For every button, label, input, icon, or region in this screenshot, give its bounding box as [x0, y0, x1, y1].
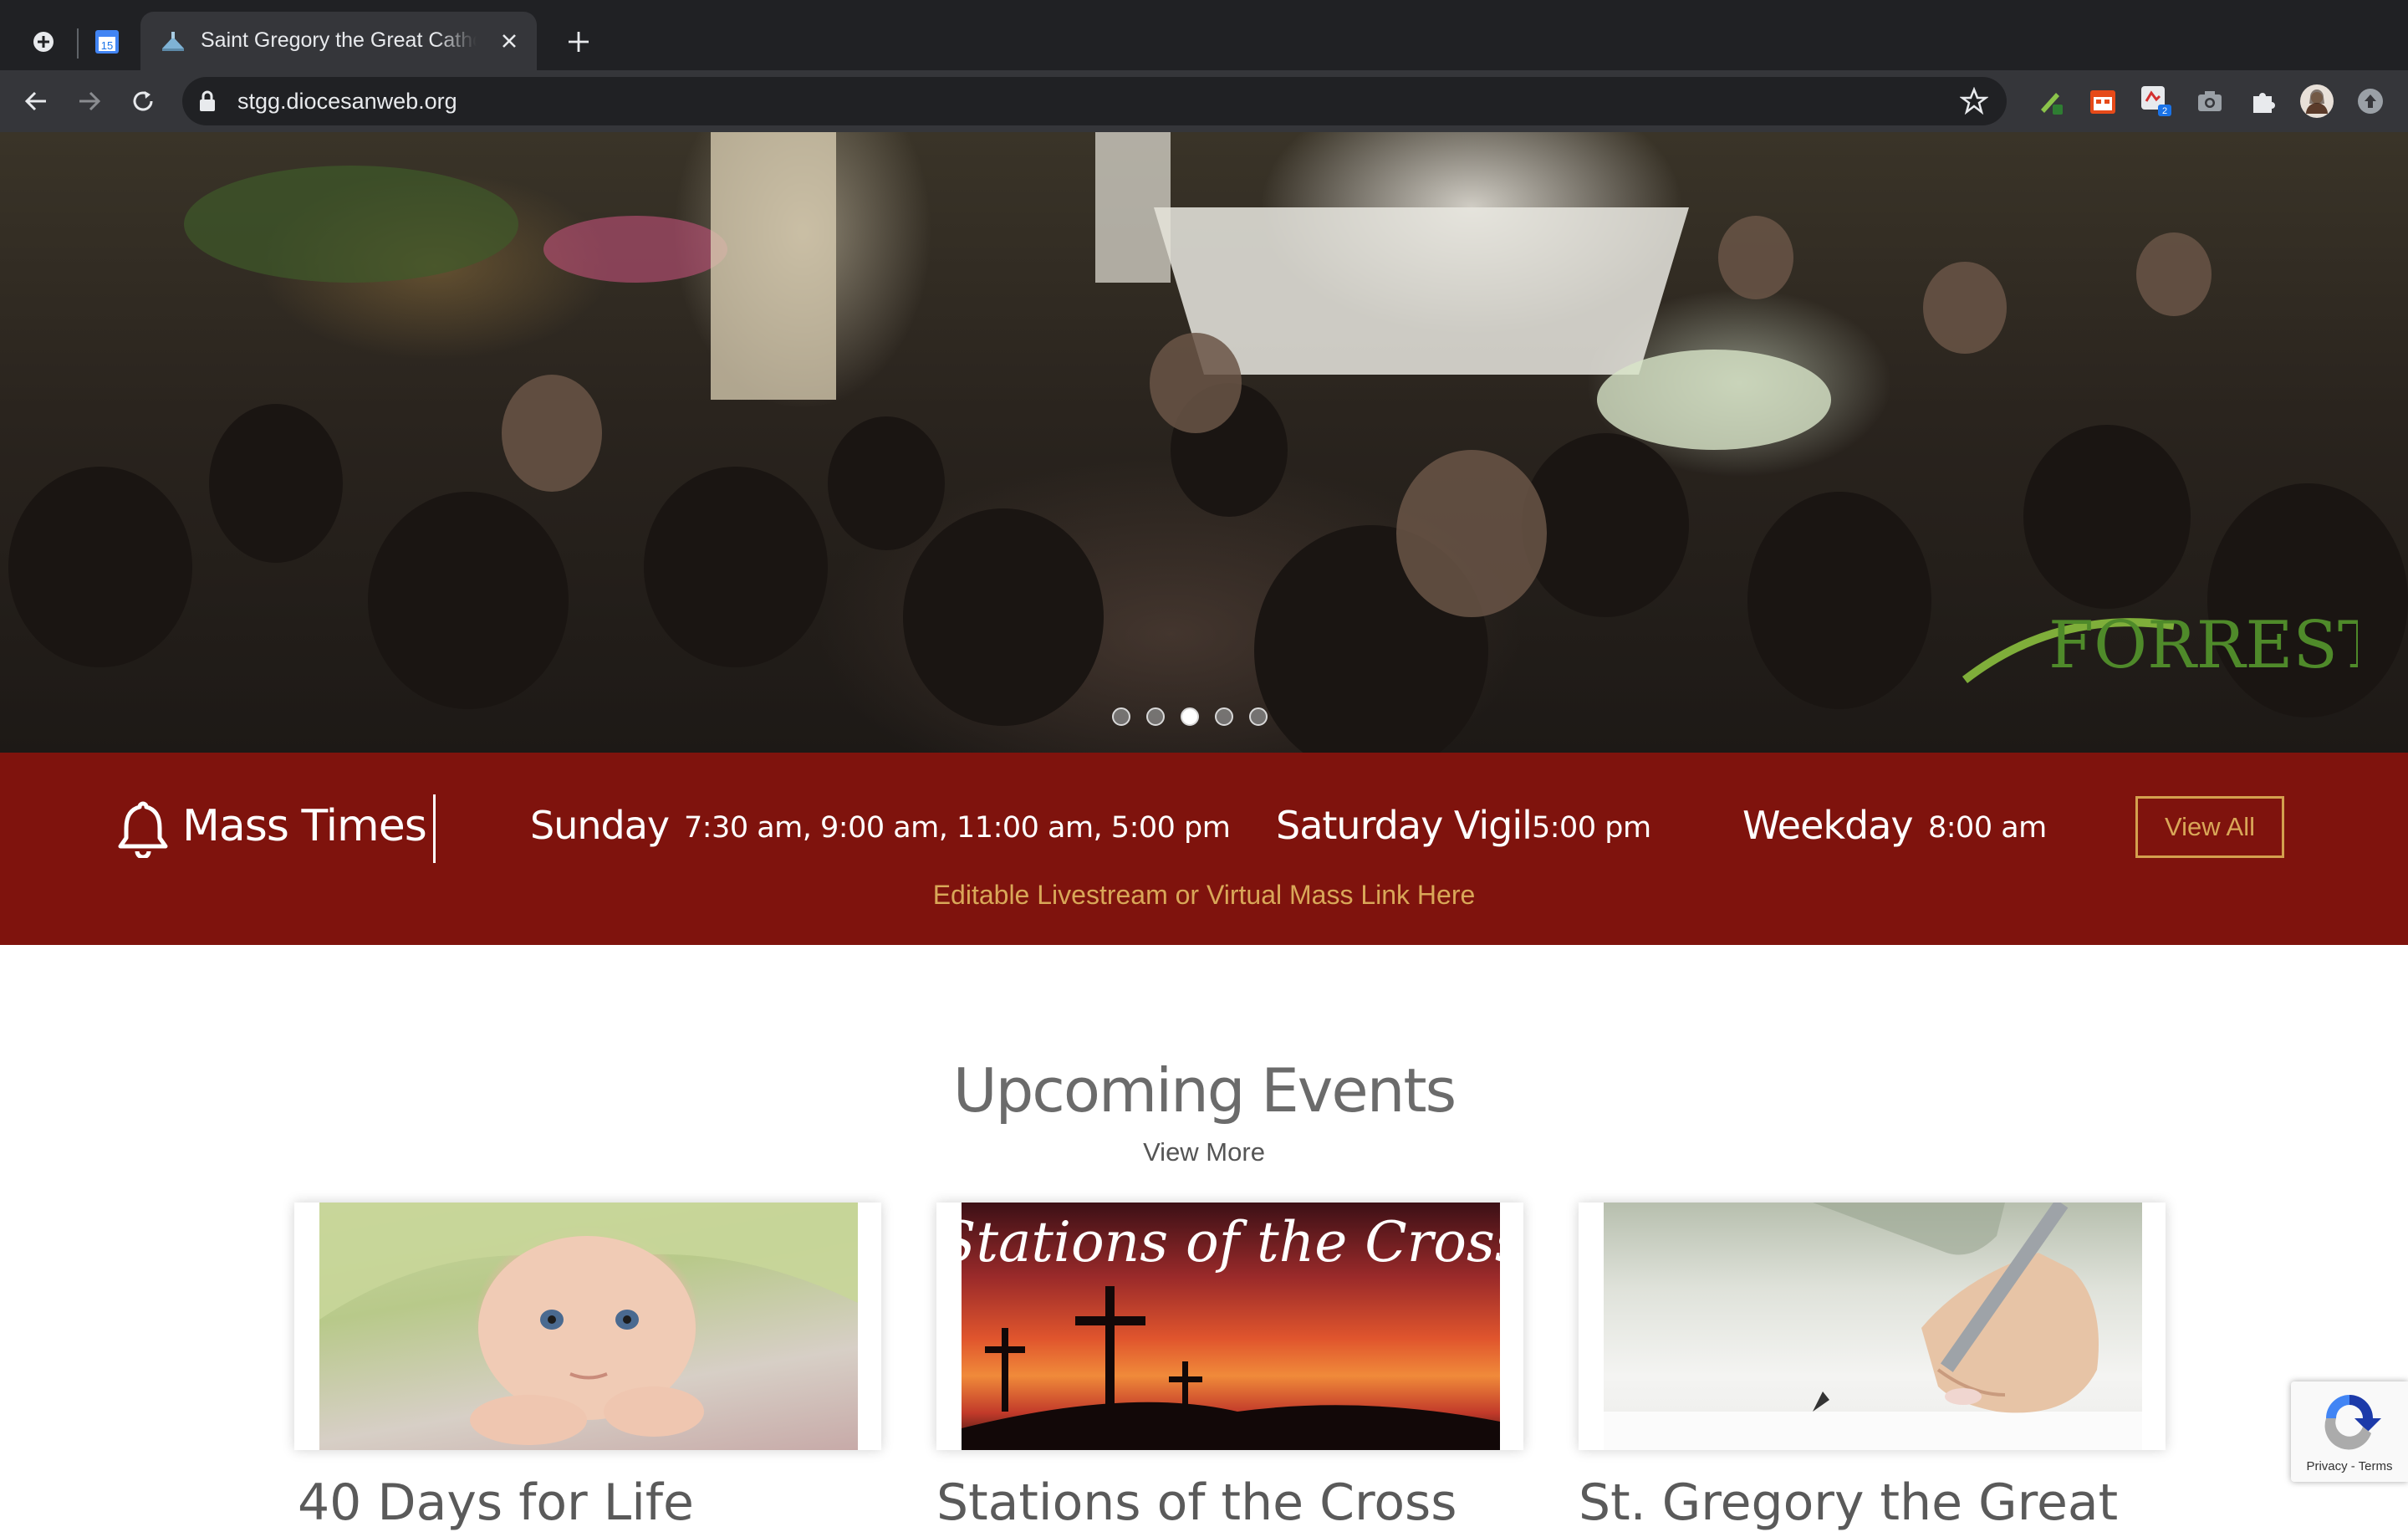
carousel-dot-2[interactable] [1146, 707, 1165, 726]
carousel-dot-1[interactable] [1112, 707, 1130, 726]
tab-title: Saint Gregory the Great Catholic [201, 28, 477, 52]
reload-icon[interactable] [124, 82, 162, 120]
view-more-link[interactable]: View More [0, 1137, 2408, 1167]
carousel-dot-3[interactable] [1181, 707, 1199, 726]
mass-times-divider [433, 794, 436, 863]
forward-arrow-icon[interactable] [70, 82, 109, 120]
carousel-dot-4[interactable] [1215, 707, 1233, 726]
screenshot-extension-icon[interactable]: 2 [2139, 84, 2174, 119]
pen-writing-photo [1604, 1203, 2142, 1450]
site-favicon-icon [161, 30, 186, 57]
svg-text:Stations of the Cross: Stations of the Cross [962, 1210, 1500, 1274]
sunday-times: 7:30 am, 9:00 am, 11:00 am, 5:00 pm [684, 811, 1231, 845]
event-card-40-days[interactable] [294, 1203, 881, 1450]
recaptcha-links[interactable]: Privacy - Terms [2291, 1459, 2408, 1473]
event-title-40-days[interactable]: 40 Days for Life [298, 1473, 694, 1532]
svg-text:FORREST: FORREST [2048, 608, 2358, 683]
event-title-stations[interactable]: Stations of the Cross [936, 1473, 1457, 1532]
recaptcha-badge[interactable]: Privacy - Terms [2291, 1381, 2408, 1482]
view-all-button[interactable]: View All [2135, 796, 2284, 858]
camera-icon[interactable] [2192, 84, 2227, 119]
saturday-vigil-label: Saturday Vigil [1276, 803, 1533, 848]
bell-icon [117, 799, 169, 861]
mass-times-band: Mass Times Sunday 7:30 am, 9:00 am, 11:0… [0, 753, 2408, 945]
weekday-label: Weekday [1742, 803, 1914, 848]
calendar-tab-icon[interactable]: 15 [89, 23, 125, 60]
tab-active[interactable]: Saint Gregory the Great Catholic [140, 12, 537, 70]
upcoming-events-heading: Upcoming Events [952, 1055, 1457, 1126]
pen-extension-icon[interactable] [2033, 84, 2069, 119]
bookmark-star-icon[interactable] [1959, 86, 1989, 119]
lock-icon[interactable] [197, 89, 217, 116]
browser-toolbar: stgg.diocesanweb.org 2 [0, 70, 2408, 132]
new-tab-plus-icon[interactable] [560, 23, 597, 60]
svg-text:15: 15 [101, 39, 113, 52]
update-arrow-icon[interactable] [2353, 84, 2388, 119]
hero-carousel-image[interactable]: FORREST [0, 132, 2408, 753]
browser-tab-bar: 15 Saint Gregory the Great Catholic [0, 0, 2408, 70]
carousel-dot-5[interactable] [1249, 707, 1268, 726]
tab-close-icon[interactable] [495, 27, 523, 55]
livestream-link[interactable]: Editable Livestream or Virtual Mass Link… [0, 880, 2408, 911]
event-card-st-gregory[interactable] [1579, 1203, 2166, 1450]
pinned-tab-icon[interactable] [25, 23, 62, 60]
extensions-puzzle-icon[interactable] [2246, 84, 2281, 119]
profile-avatar[interactable] [2299, 84, 2334, 119]
url-text: stgg.diocesanweb.org [237, 89, 457, 114]
back-arrow-icon[interactable] [17, 82, 55, 120]
calendar-extension-icon[interactable] [2085, 84, 2120, 119]
carousel-indicators [1112, 707, 1268, 733]
recaptcha-icon [2324, 1395, 2381, 1450]
forrest-watermark-logo: FORREST [1962, 608, 2358, 683]
tab-divider [77, 28, 79, 59]
mass-times-title: Mass Times [182, 801, 427, 851]
stations-of-the-cross-image: Stations of the Cross [962, 1203, 1500, 1450]
weekday-times: 8:00 am [1928, 811, 2047, 845]
baby-photo [319, 1203, 858, 1450]
event-card-stations-of-the-cross[interactable]: Stations of the Cross [936, 1203, 1523, 1450]
saturday-vigil-times: 5:00 pm [1532, 811, 1651, 845]
sunday-label: Sunday [530, 803, 670, 848]
event-title-st-gregory[interactable]: St. Gregory the Great [1579, 1473, 2118, 1532]
address-bar[interactable]: stgg.diocesanweb.org [182, 77, 2007, 125]
svg-text:2: 2 [2162, 106, 2167, 116]
